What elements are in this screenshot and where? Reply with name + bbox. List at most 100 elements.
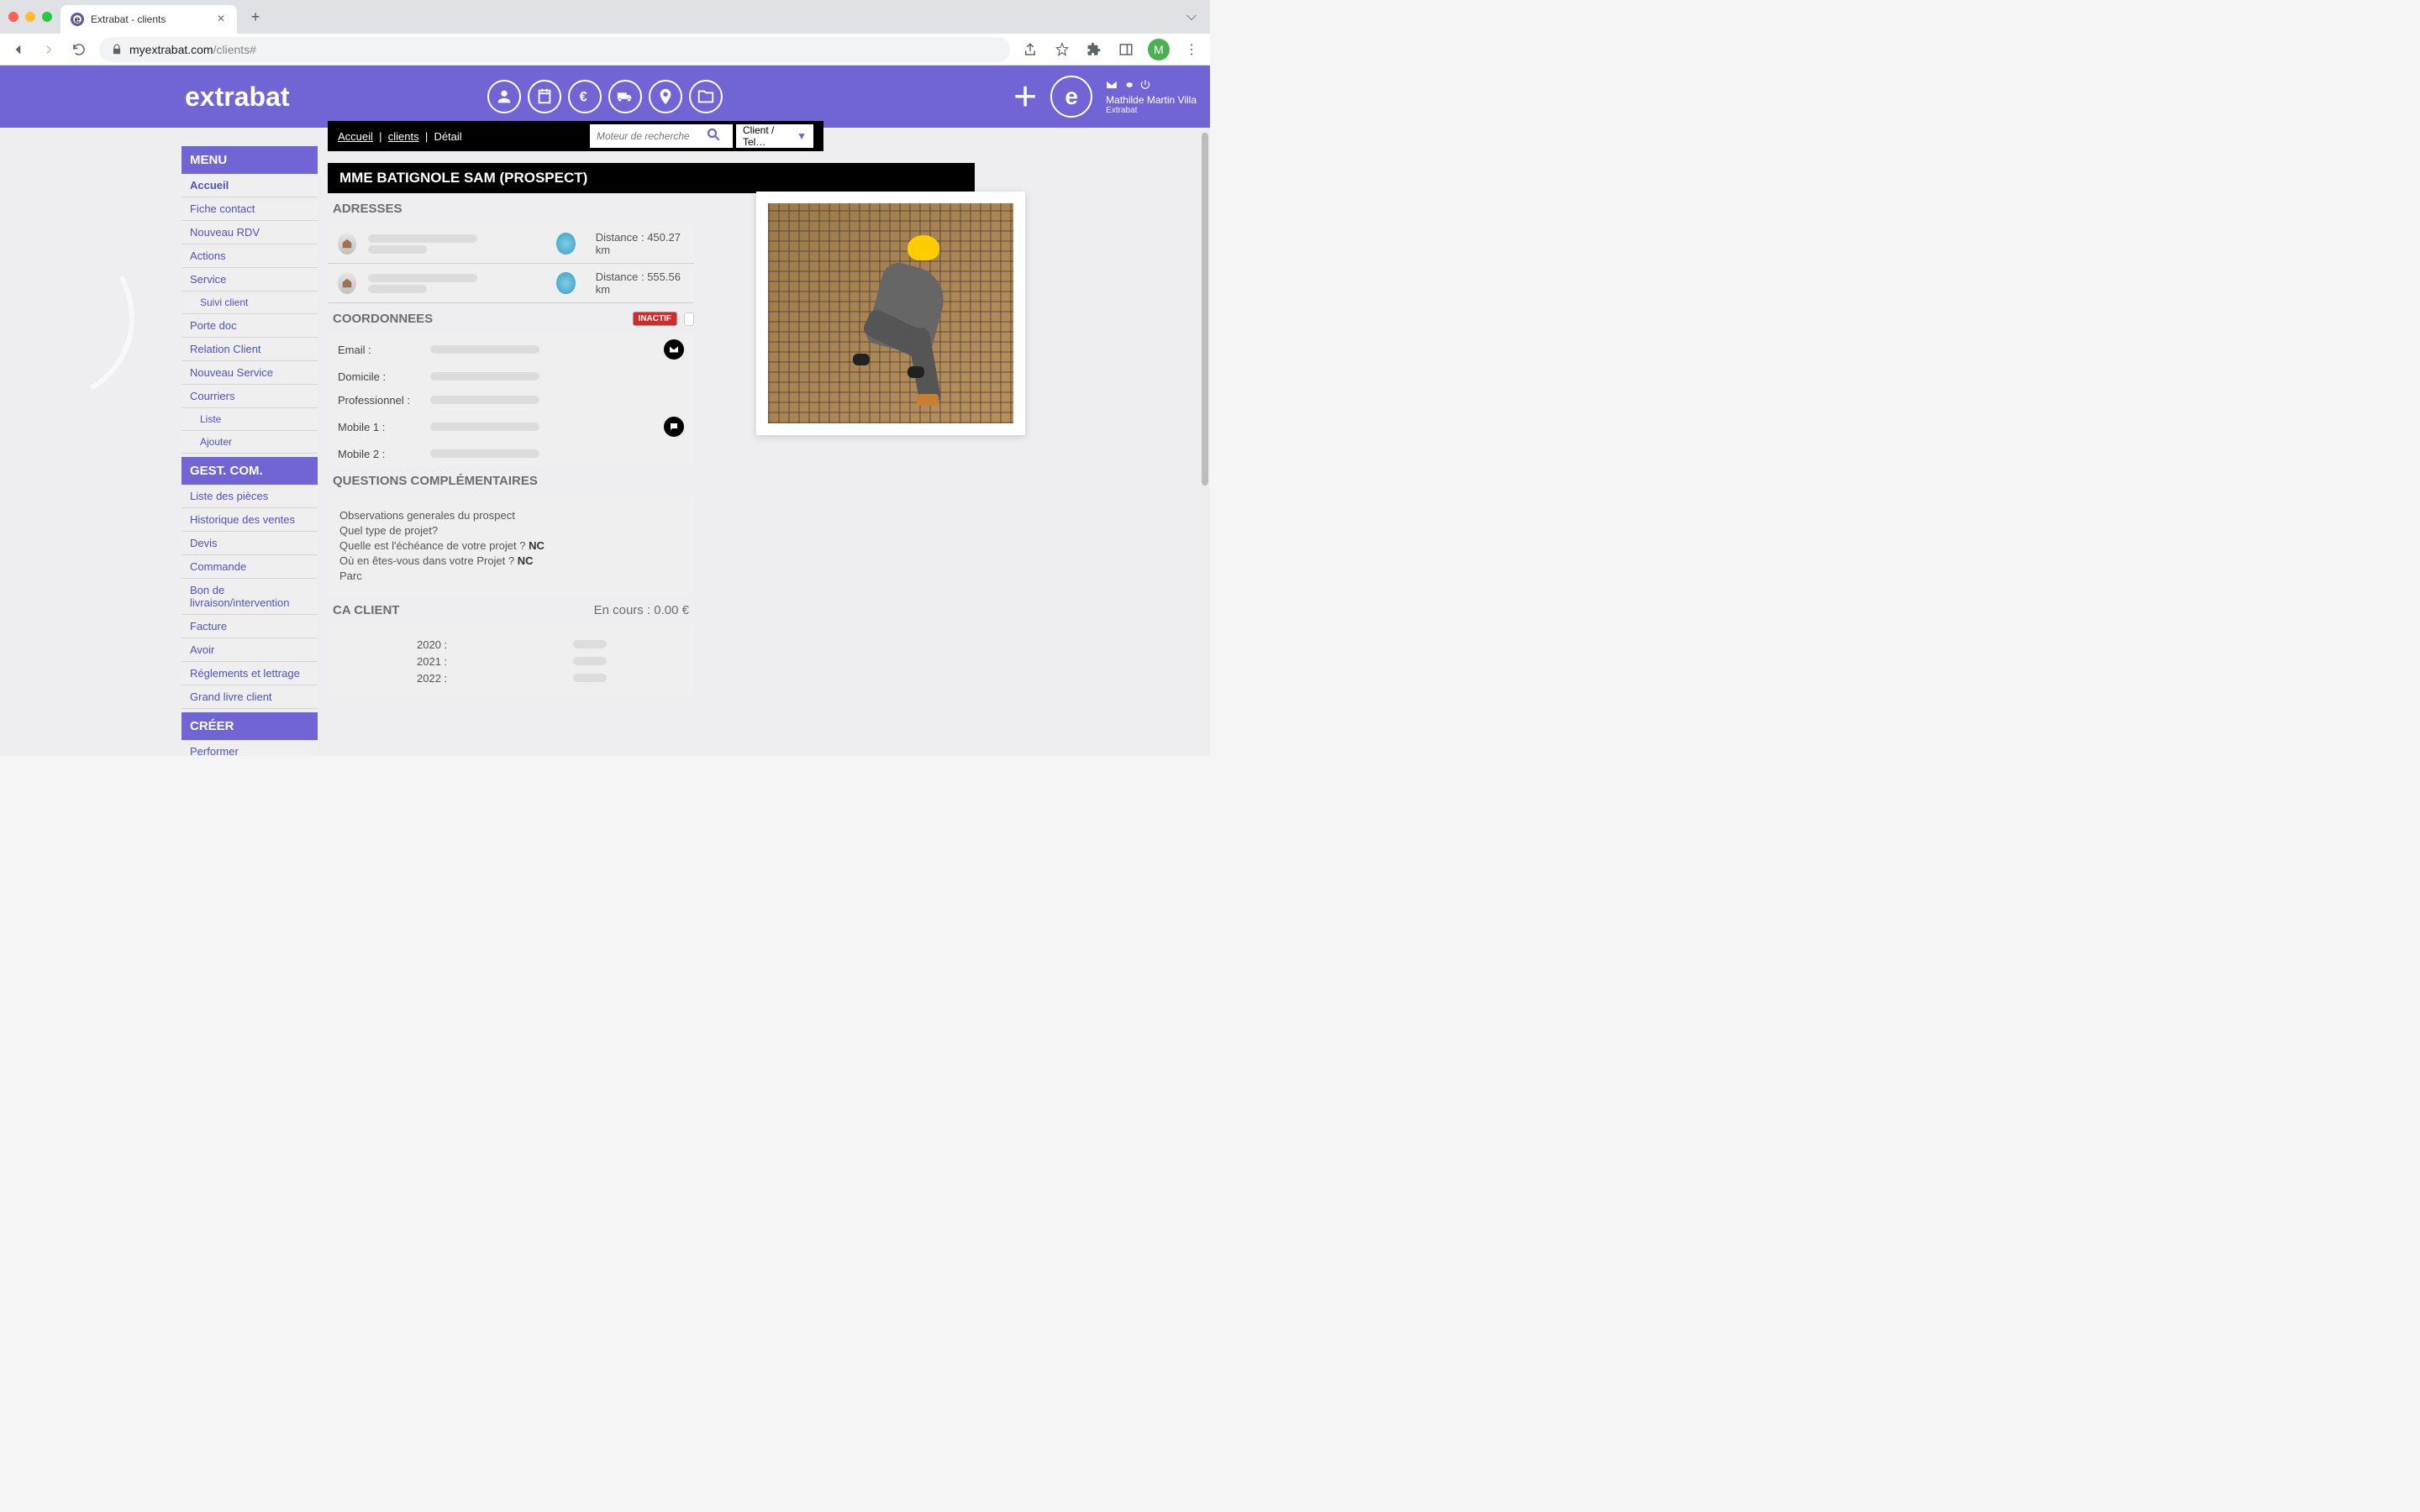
- profile-avatar[interactable]: M: [1148, 39, 1170, 60]
- sidebar-item[interactable]: Commande: [182, 555, 318, 579]
- sidebar-item[interactable]: Performer: [182, 740, 318, 756]
- user-badge-icon[interactable]: e: [1050, 76, 1092, 118]
- logo[interactable]: extrabat: [185, 81, 290, 113]
- crumb-clients[interactable]: clients: [388, 130, 419, 143]
- crumb-home[interactable]: Accueil: [338, 130, 373, 143]
- sidebar-item[interactable]: Grand livre client: [182, 685, 318, 709]
- menu-icon[interactable]: ⋮: [1181, 39, 1202, 60]
- sidebar-item[interactable]: Historique des ventes: [182, 508, 318, 532]
- folder-icon[interactable]: [689, 80, 723, 113]
- search-icon[interactable]: [706, 127, 721, 146]
- coord-row: Professionnel :: [328, 388, 694, 412]
- sidebar-item[interactable]: Bon de livraison/intervention: [182, 579, 318, 615]
- client-image-card: [756, 192, 1025, 435]
- back-button[interactable]: [8, 39, 29, 60]
- sidebar-item[interactable]: Fiche contact: [182, 197, 318, 221]
- sidebar-gest-header: GEST. COM.: [182, 457, 318, 485]
- address-text: [368, 271, 544, 296]
- search-input[interactable]: [597, 130, 706, 142]
- close-tab-icon[interactable]: ×: [215, 13, 227, 25]
- sidebar-item[interactable]: Suivi client: [182, 291, 318, 314]
- coord-row: Mobile 1 :: [328, 412, 694, 442]
- sidebar-item[interactable]: Devis: [182, 532, 318, 555]
- browser-toolbar: myextrabat.com/clients# M ⋮: [0, 34, 1210, 66]
- minimize-window[interactable]: [25, 12, 35, 22]
- header-nav-icons: €: [487, 80, 723, 113]
- location-icon[interactable]: [649, 80, 682, 113]
- add-button[interactable]: +: [1013, 74, 1037, 120]
- ca-year-value-redacted: [573, 674, 607, 682]
- question-line: Parc: [339, 570, 682, 582]
- sidebar-item[interactable]: Nouveau Service: [182, 361, 318, 385]
- breadcrumb: Accueil | clients | Détail: [338, 130, 462, 143]
- sms-icon[interactable]: [664, 417, 684, 437]
- new-tab-button[interactable]: +: [244, 5, 267, 29]
- extensions-icon[interactable]: [1084, 39, 1104, 60]
- browser-tab-strip: e Extrabat - clients × + ⌵: [0, 0, 1210, 34]
- sidebar-item[interactable]: Facture: [182, 615, 318, 638]
- close-window[interactable]: [8, 12, 18, 22]
- bookmark-icon[interactable]: [1052, 39, 1072, 60]
- power-icon[interactable]: [1139, 79, 1151, 91]
- scrollbar-thumb[interactable]: [1202, 133, 1208, 486]
- distance-label: Distance : 450.27 km: [596, 231, 684, 256]
- sidebar-item[interactable]: Ajouter: [182, 431, 318, 454]
- coord-value-redacted: [430, 372, 539, 381]
- client-title: MME BATIGNOLE SAM (PROSPECT): [328, 163, 975, 193]
- sidebar-item[interactable]: Porte doc: [182, 314, 318, 338]
- ca-year-row: 2020 :: [339, 638, 682, 651]
- forward-button[interactable]: [39, 39, 59, 60]
- search-box[interactable]: [590, 124, 733, 148]
- sidebar-icon[interactable]: [1116, 39, 1136, 60]
- ca-year-value-redacted: [573, 657, 607, 665]
- sidebar-item[interactable]: Réglements et lettrage: [182, 662, 318, 685]
- share-icon[interactable]: [1020, 39, 1040, 60]
- sidebar: MENU AccueilFiche contactNouveau RDVActi…: [182, 146, 318, 756]
- ca-year-label: 2021 :: [417, 655, 447, 668]
- contacts-icon[interactable]: [487, 80, 521, 113]
- address-type-icon: [338, 272, 356, 294]
- sidebar-item[interactable]: Actions: [182, 244, 318, 268]
- ca-client-title: CA CLIENT: [333, 603, 399, 617]
- browser-tab[interactable]: e Extrabat - clients ×: [60, 5, 237, 34]
- inactif-toggle[interactable]: [684, 312, 694, 326]
- url-text: myextrabat.com/clients#: [129, 43, 256, 56]
- tabs-dropdown-icon[interactable]: ⌵: [1186, 9, 1202, 24]
- questions-title: QUESTIONS COMPLÉMENTAIRES: [328, 465, 975, 496]
- email-icon[interactable]: [664, 339, 684, 360]
- address-text: [368, 232, 544, 256]
- coord-label: Professionnel :: [338, 394, 422, 407]
- address-row: Distance : 555.56 km: [328, 264, 694, 303]
- coord-label: Mobile 2 :: [338, 448, 422, 460]
- sidebar-item[interactable]: Relation Client: [182, 338, 318, 361]
- svg-text:€: €: [580, 90, 587, 105]
- sidebar-item[interactable]: Liste: [182, 408, 318, 431]
- calendar-icon[interactable]: [528, 80, 561, 113]
- reload-button[interactable]: [69, 39, 89, 60]
- sidebar-item[interactable]: Avoir: [182, 638, 318, 662]
- question-line: Où en êtes-vous dans votre Projet ? NC: [339, 554, 682, 567]
- ca-year-row: 2021 :: [339, 654, 682, 668]
- truck-icon[interactable]: [608, 80, 642, 113]
- sidebar-item[interactable]: Liste des pièces: [182, 485, 318, 508]
- globe-icon[interactable]: [556, 272, 575, 294]
- coord-row: Domicile :: [328, 365, 694, 388]
- address-bar[interactable]: myextrabat.com/clients#: [99, 37, 1010, 62]
- sidebar-item[interactable]: Nouveau RDV: [182, 221, 318, 244]
- globe-icon[interactable]: [556, 233, 575, 255]
- settings-icon[interactable]: [1123, 79, 1134, 91]
- sidebar-item[interactable]: Service: [182, 268, 318, 291]
- app-header: extrabat € + e Mathilde Martin Villa Ext…: [0, 66, 1210, 128]
- tab-favicon-icon: e: [71, 13, 84, 26]
- sidebar-item[interactable]: Accueil: [182, 174, 318, 197]
- ca-year-label: 2022 :: [417, 672, 447, 685]
- question-line: Observations generales du prospect: [339, 509, 682, 522]
- mail-icon[interactable]: [1106, 79, 1118, 91]
- ca-year-label: 2020 :: [417, 638, 447, 651]
- coord-label: Mobile 1 :: [338, 421, 422, 433]
- tab-title: Extrabat - clients: [91, 13, 208, 25]
- filter-select[interactable]: Client / Tel… ▼: [736, 124, 813, 148]
- sidebar-item[interactable]: Courriers: [182, 385, 318, 408]
- euro-icon[interactable]: €: [568, 80, 602, 113]
- maximize-window[interactable]: [42, 12, 52, 22]
